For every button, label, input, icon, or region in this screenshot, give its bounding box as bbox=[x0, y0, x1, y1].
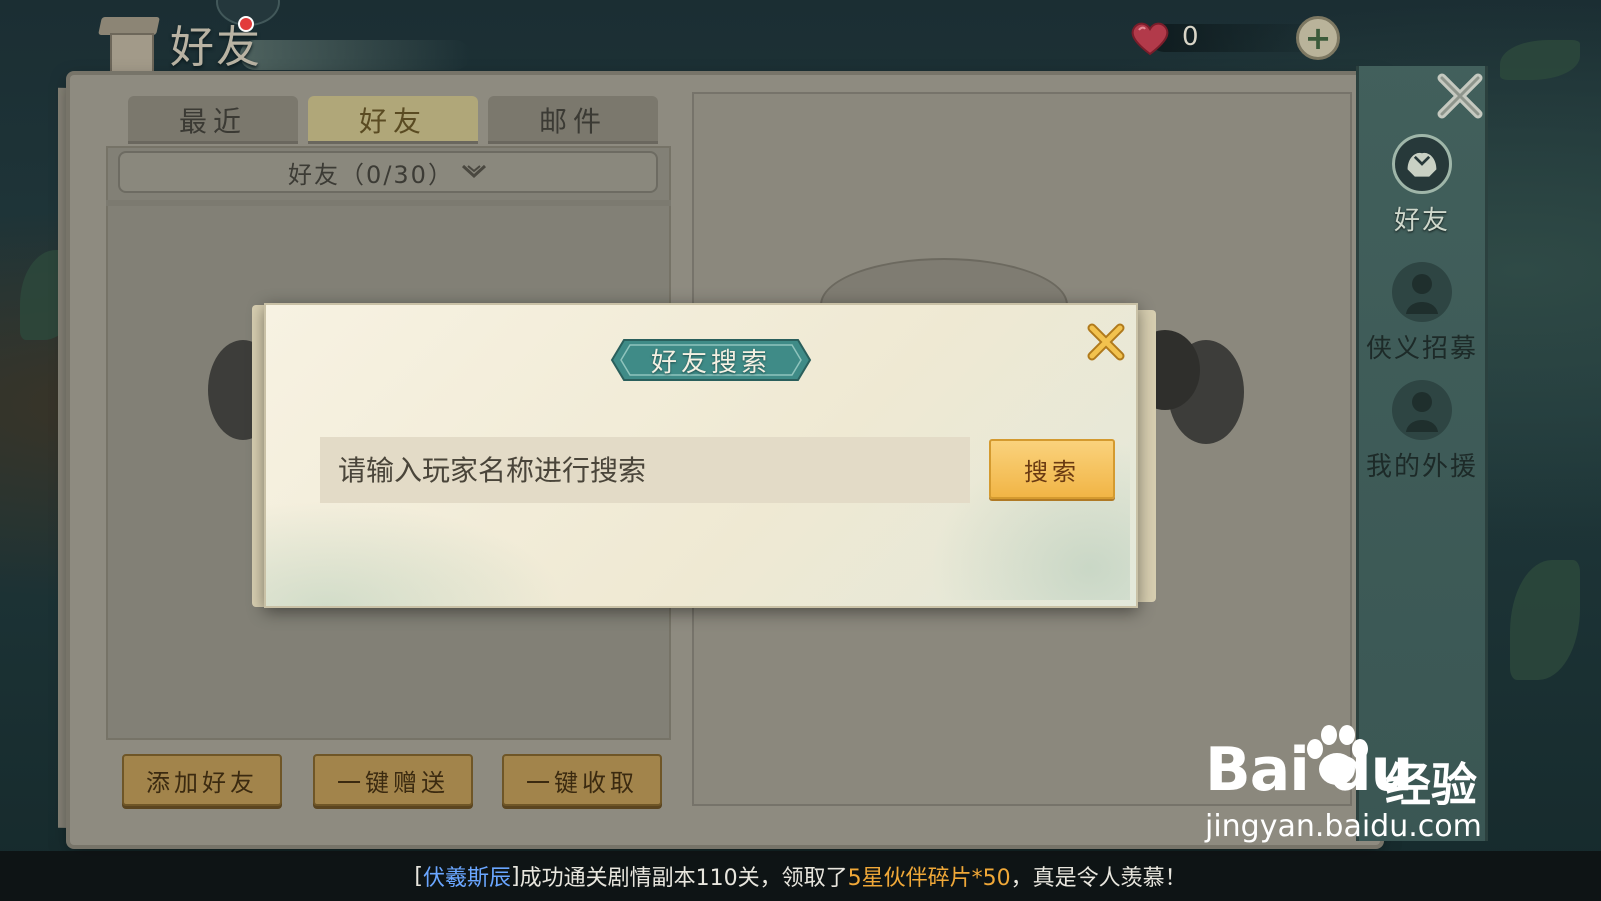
dialog-title: 好友搜索 bbox=[650, 347, 771, 378]
search-button-label: 搜索 bbox=[1024, 457, 1080, 486]
announcement-ticker: [伏羲斯辰] 成功通关剧情副本110关，领取了 5星伙伴碎片*50 ，真是令人羡慕！ bbox=[0, 851, 1601, 901]
dialog-ink-wash bbox=[266, 500, 566, 606]
ticker-reward: 5星伙伴碎片*50 bbox=[847, 866, 1011, 891]
side-item-friends-label: 好友 bbox=[1393, 206, 1450, 236]
watermark-url: jingyan.baidu.com bbox=[1205, 809, 1482, 844]
send-all-button[interactable]: 一键赠送 bbox=[313, 754, 473, 806]
chevron-down-icon bbox=[461, 164, 486, 179]
side-item-my-helpers-label: 我的外援 bbox=[1365, 452, 1478, 482]
hero-recruit-icon bbox=[1392, 262, 1452, 322]
tab-friends[interactable]: 好友 bbox=[308, 96, 478, 144]
collect-all-button[interactable]: 一键收取 bbox=[502, 754, 662, 806]
baidu-watermark: Bai du 经验 jingyan.baidu.com bbox=[1205, 715, 1495, 845]
plus-icon: + bbox=[1304, 19, 1332, 57]
ticker-bracket: ] bbox=[511, 863, 520, 889]
ticker-text-end: ，真是令人羡慕！ bbox=[1010, 866, 1187, 891]
tab-recent[interactable]: 最近 bbox=[128, 96, 298, 144]
dialog-scroll-edge bbox=[1136, 310, 1156, 602]
tab-friends-label: 好友 bbox=[358, 105, 427, 138]
tab-mail[interactable]: 邮件 bbox=[488, 96, 658, 144]
page-title: 好友 bbox=[98, 8, 262, 78]
shop-stall-icon bbox=[98, 13, 160, 75]
friend-group-label: 好友（0/30） bbox=[288, 160, 454, 189]
side-item-my-helpers[interactable]: 我的外援 bbox=[1356, 380, 1488, 490]
friend-group-header[interactable]: 好友（0/30） bbox=[118, 151, 658, 193]
handshake-icon bbox=[1392, 134, 1452, 194]
ticker-text: 成功通关剧情副本110关，领取了 bbox=[519, 866, 848, 891]
friendship-points-value: 0 bbox=[1182, 22, 1199, 52]
send-all-button-label: 一键赠送 bbox=[337, 768, 449, 797]
side-item-friends[interactable]: 好友 bbox=[1356, 134, 1488, 244]
friendship-points: 0 + bbox=[1130, 14, 1350, 60]
collect-all-button-label: 一键收取 bbox=[526, 768, 638, 797]
heart-icon bbox=[1131, 22, 1169, 56]
header-cloud-decoration bbox=[240, 40, 470, 70]
paw-icon bbox=[1307, 725, 1368, 785]
close-icon[interactable] bbox=[1084, 320, 1128, 364]
add-friend-button-label: 添加好友 bbox=[146, 768, 258, 797]
divider bbox=[106, 200, 671, 206]
tab-recent-label: 最近 bbox=[178, 105, 247, 138]
add-points-button[interactable]: + bbox=[1296, 16, 1340, 60]
player-search-input[interactable] bbox=[320, 437, 970, 503]
page-title-label: 好友 bbox=[170, 22, 262, 73]
helper-icon bbox=[1392, 380, 1452, 440]
side-item-hero-recruit-label: 侠义招募 bbox=[1365, 334, 1478, 364]
add-friend-button[interactable]: 添加好友 bbox=[122, 754, 282, 806]
watermark-label: 经验 bbox=[1385, 758, 1477, 812]
search-button[interactable]: 搜索 bbox=[989, 439, 1115, 499]
ticker-player-name[interactable]: 伏羲斯辰 bbox=[423, 860, 511, 892]
ticker-bracket: [ bbox=[414, 863, 423, 889]
tab-mail-label: 邮件 bbox=[538, 105, 607, 138]
side-item-hero-recruit[interactable]: 侠义招募 bbox=[1356, 262, 1488, 372]
close-icon[interactable] bbox=[1430, 66, 1490, 126]
